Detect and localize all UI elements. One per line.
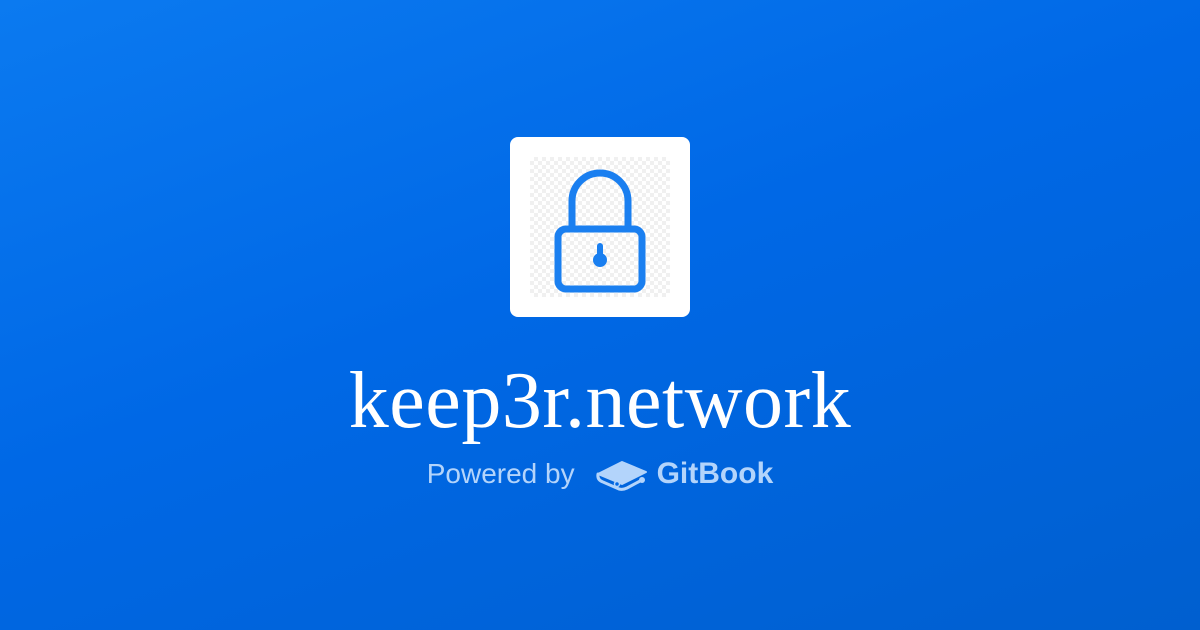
powered-by-label: Powered by <box>426 458 575 489</box>
gitbook-wordmark: GitBook <box>656 457 774 490</box>
site-logo <box>510 137 690 317</box>
site-title: keep3r.network <box>348 357 852 445</box>
logo-image <box>530 157 670 297</box>
powered-by-badge[interactable]: Powered by GitBook <box>0 452 1200 496</box>
lock-icon <box>554 169 646 293</box>
social-card: keep3r.network Powered by GitBook <box>0 0 1200 630</box>
gitbook-icon <box>595 456 649 492</box>
